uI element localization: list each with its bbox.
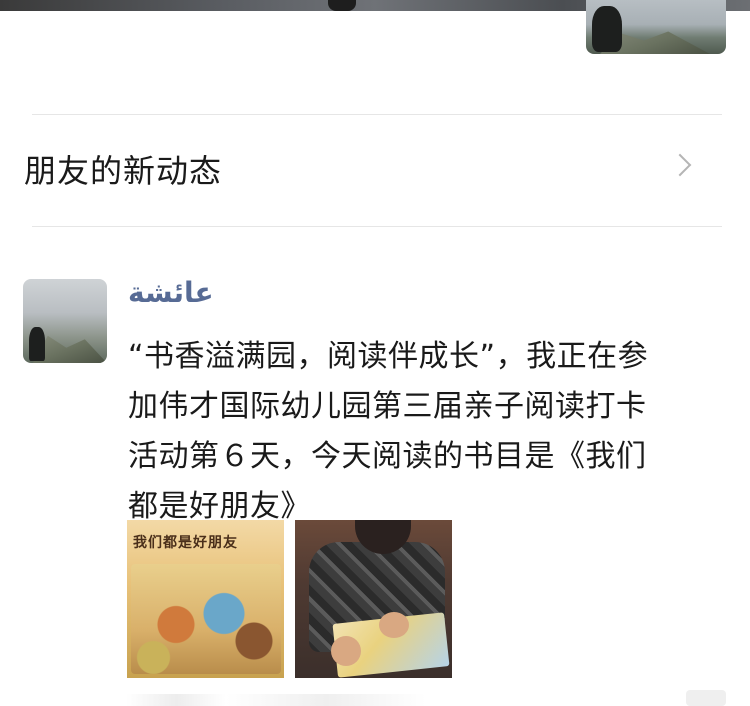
next-content-fade (126, 694, 626, 706)
divider-bottom (32, 226, 722, 227)
image-detail (328, 0, 356, 11)
author-name[interactable]: عائشة (128, 276, 214, 309)
friends-updates-label: 朋友的新动态 (24, 152, 223, 190)
thumbnail-figure (592, 6, 622, 52)
divider-top (32, 114, 722, 115)
post-text-line: “书香溢满园，阅读伴成长”，我正在参 (128, 339, 649, 374)
avatar-figure (29, 327, 45, 361)
book-cover-title: 我们都是好朋友 (133, 535, 238, 551)
moments-feed: 朋友的新动态 عائشة “书香溢满园，阅读伴成长”，我正在参 加伟才国际幼儿园… (0, 0, 750, 706)
post-text-line: 加伟才国际幼儿园第三届亲子阅读打卡 (128, 389, 647, 424)
post-image-child-reading[interactable] (295, 520, 452, 678)
author-avatar[interactable] (23, 279, 107, 363)
child-hand (331, 636, 361, 666)
post-text-line: 活动第６天，今天阅读的书目是《我们 (128, 439, 647, 474)
next-content-corner (686, 690, 726, 706)
profile-cover-thumbnail[interactable] (586, 0, 726, 54)
child-hand (379, 612, 409, 638)
book-cover-illustration (131, 564, 281, 674)
post-text: “书香溢满园，阅读伴成长”，我正在参 加伟才国际幼儿园第三届亲子阅读打卡 活动第… (128, 332, 728, 532)
post-image-book-cover[interactable]: 我们都是好朋友 (127, 520, 284, 678)
